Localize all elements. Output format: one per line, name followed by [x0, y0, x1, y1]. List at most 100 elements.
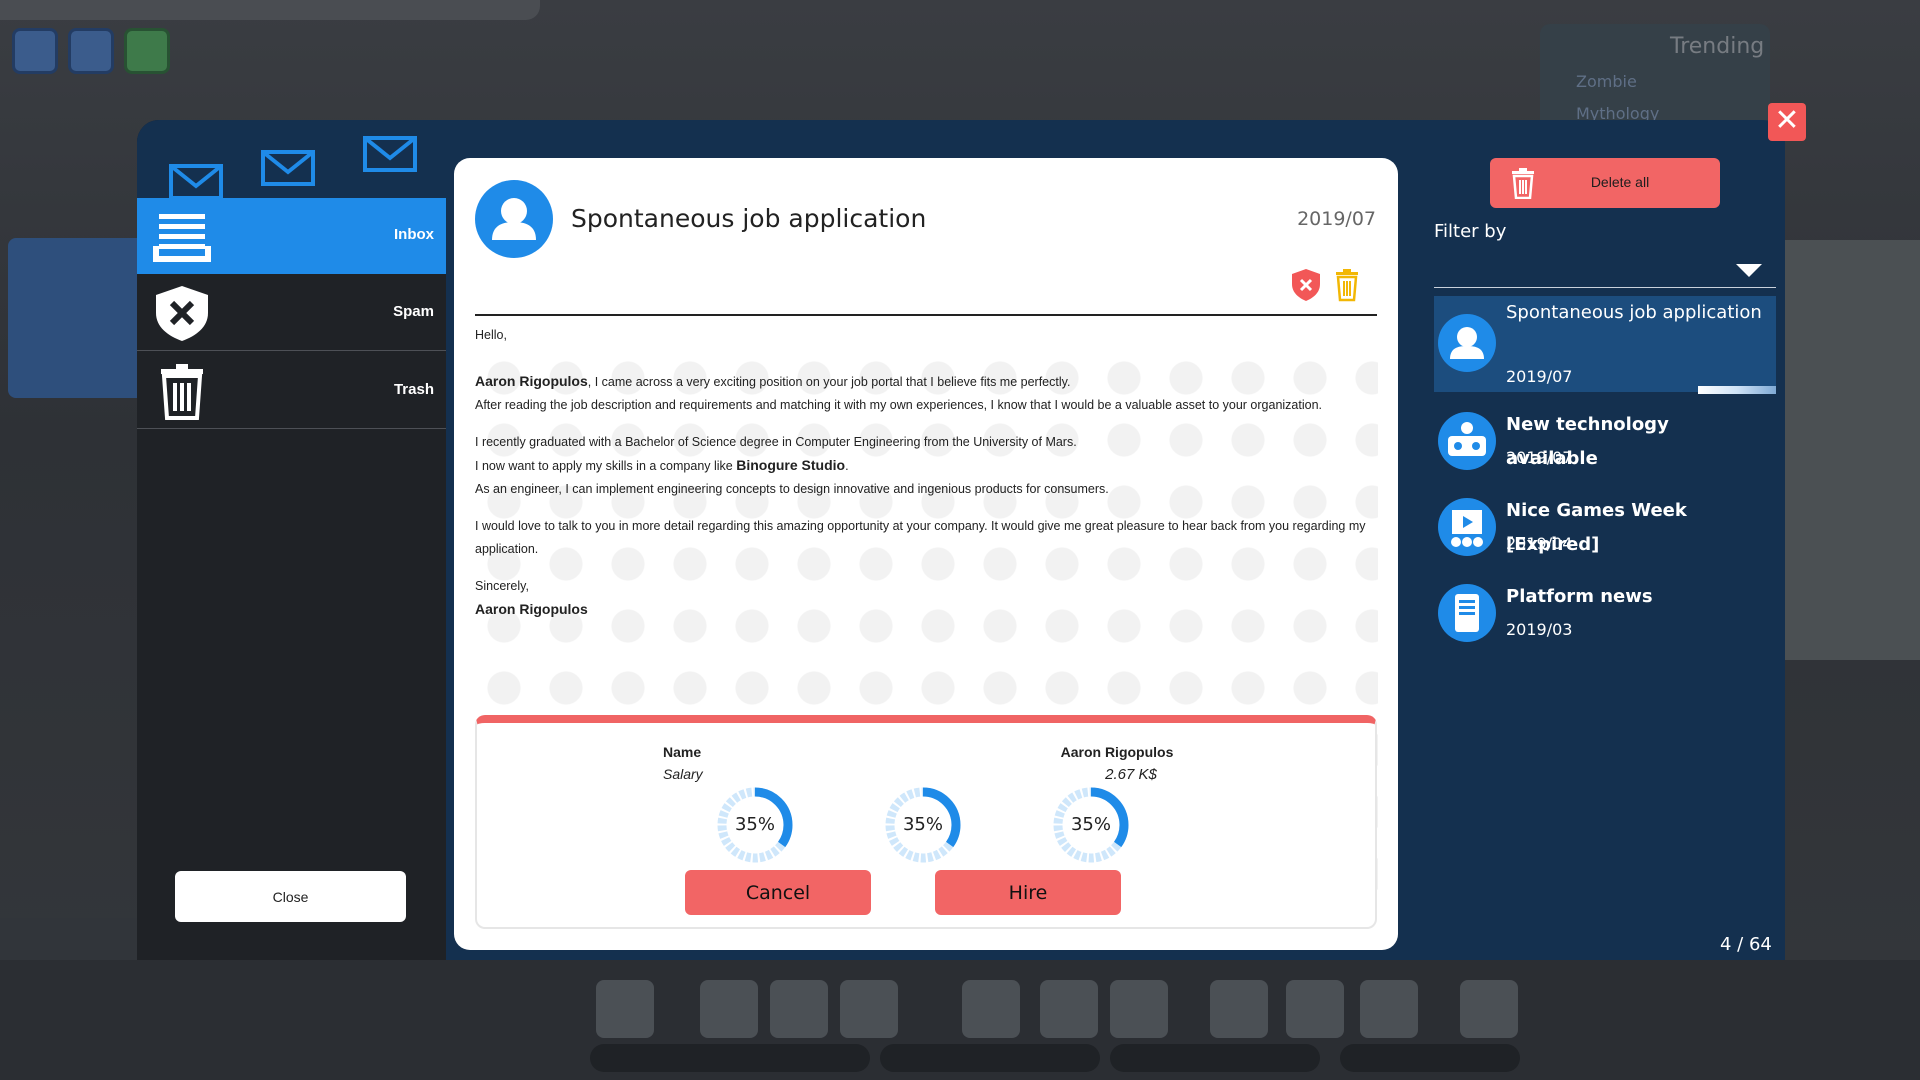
trending-panel: Trending Zombie Mythology	[1540, 24, 1770, 134]
platform-icon	[1455, 594, 1479, 632]
folder-spam[interactable]: Spam	[137, 275, 446, 351]
page-counter: 4 / 64	[1720, 934, 1772, 955]
signature: Aaron Rigopulos	[475, 601, 588, 617]
computer-icon	[68, 28, 114, 74]
dock-button	[596, 980, 654, 1038]
mail-avatar	[1438, 412, 1496, 470]
status-pill	[880, 1044, 1100, 1072]
folder-label: Inbox	[394, 226, 434, 243]
paragraph-text: .	[845, 459, 849, 473]
trending-item: Zombie	[1576, 72, 1637, 91]
mail-avatar	[1438, 498, 1496, 556]
paragraph-text: I recently graduated with a Bachelor of …	[475, 435, 1077, 449]
person-avatar-icon	[1450, 327, 1484, 359]
message-date: 2019/07	[1297, 208, 1376, 230]
dock-button	[1210, 980, 1268, 1038]
delete-all-button[interactable]: Delete all	[1490, 158, 1720, 208]
cancel-button[interactable]: Cancel	[685, 870, 871, 915]
mail-item-date: 2019/03	[1506, 620, 1573, 639]
dock-button	[962, 980, 1020, 1038]
status-pill	[1110, 1044, 1320, 1072]
dock-button	[1286, 980, 1344, 1038]
technology-icon	[1448, 422, 1486, 456]
envelope-header	[137, 120, 446, 200]
mail-item-title: Spontaneous job application	[1506, 302, 1762, 323]
dock-button	[770, 980, 828, 1038]
close-button[interactable]: Close	[175, 871, 406, 922]
envelope-icon	[169, 164, 223, 200]
scroll-indicator	[1698, 386, 1776, 394]
signoff: Sincerely,	[475, 579, 529, 593]
paragraph: Aaron Rigopulos, I came across a very ex…	[475, 370, 1375, 394]
mail-list-item[interactable]: Platform news 2019/03	[1434, 580, 1776, 676]
paragraph: I now want to apply my skills in a compa…	[475, 454, 1375, 478]
person-avatar-icon	[492, 198, 536, 240]
money-icon	[124, 28, 170, 74]
top-bar	[0, 0, 540, 20]
dock-button	[700, 980, 758, 1038]
dock-button	[840, 980, 898, 1038]
salary-label: Salary	[663, 766, 703, 782]
skill-gauge: 35%	[883, 785, 963, 865]
paragraph-text: I would love to talk to you in more deta…	[475, 519, 1366, 556]
status-pill	[590, 1044, 870, 1072]
gauge-value: 35%	[902, 814, 943, 835]
company-name: Binogure Studio	[736, 457, 846, 473]
gauge-value: 35%	[1070, 814, 1111, 835]
dock-button	[1360, 980, 1418, 1038]
mail-item-date: 2019/07	[1506, 448, 1573, 467]
inbox-icon	[153, 214, 211, 262]
trending-title: Trending	[1670, 34, 1765, 59]
delete-all-label: Delete all	[1590, 174, 1650, 190]
folder-trash[interactable]: Trash	[137, 353, 446, 429]
paragraph-text: After reading the job description and re…	[475, 398, 1323, 412]
delete-message-icon[interactable]	[1334, 268, 1360, 302]
dock-button	[1040, 980, 1098, 1038]
project-card	[8, 238, 158, 398]
gauge-value: 35%	[734, 814, 775, 835]
chevron-down-icon	[1736, 264, 1762, 277]
message-body: Hello, Aaron Rigopulos, I came across a …	[475, 324, 1375, 621]
skill-gauge: 35%	[715, 785, 795, 865]
side-panel	[1785, 240, 1920, 660]
filter-label: Filter by	[1434, 221, 1507, 242]
applicant-salary: 2.67 K$	[1105, 766, 1157, 783]
mail-item-date: 2019/07	[1506, 367, 1573, 386]
mail-avatar	[1438, 314, 1496, 372]
save-icon	[12, 28, 58, 74]
filter-dropdown[interactable]	[1434, 256, 1776, 288]
envelope-icon	[261, 150, 315, 186]
close-modal-button[interactable]: ✕	[1768, 103, 1806, 141]
mail-item-title: Platform news	[1506, 586, 1653, 607]
mail-list-item[interactable]: Spontaneous job application 2019/07	[1434, 296, 1776, 392]
application-panel: Name Salary Aaron Rigopulos 2.67 K$ 35% …	[475, 715, 1377, 929]
folder-label: Spam	[393, 303, 434, 320]
folder-inbox[interactable]: Inbox	[137, 198, 446, 274]
name-label: Name	[663, 744, 702, 760]
mail-avatar	[1438, 584, 1496, 642]
folder-menu: Inbox Spam Trash	[137, 120, 446, 960]
message-card: Spontaneous job application 2019/07 Hell…	[454, 158, 1398, 950]
status-pill	[1340, 1044, 1520, 1072]
event-icon	[1451, 510, 1483, 547]
paragraph-text: I now want to apply my skills in a compa…	[475, 459, 737, 473]
mail-item-date: 2019/04	[1506, 534, 1573, 553]
dock-button	[1110, 980, 1168, 1038]
hire-button[interactable]: Hire	[935, 870, 1121, 915]
mail-list-item[interactable]: New technology available 2019/07	[1434, 408, 1776, 504]
header-divider	[475, 314, 1377, 316]
paragraph-text: , I came across a very exciting position…	[587, 375, 1071, 389]
skill-gauge: 35%	[1051, 785, 1131, 865]
mail-list-item[interactable]: Nice Games Week [Expired] 2019/04	[1434, 494, 1776, 590]
sender-name: Aaron Rigopulos	[475, 373, 588, 389]
applicant-name: Aaron Rigopulos	[1060, 744, 1174, 760]
message-title: Spontaneous job application	[571, 204, 927, 233]
greeting: Hello,	[475, 328, 507, 342]
paragraph-text: As an engineer, I can implement engineer…	[475, 482, 1109, 496]
trash-icon	[161, 364, 203, 420]
spam-shield-icon	[156, 286, 208, 341]
sender-avatar	[475, 180, 553, 258]
dock-button	[1460, 980, 1518, 1038]
envelope-icon	[363, 136, 417, 172]
mark-spam-icon[interactable]	[1291, 268, 1321, 302]
